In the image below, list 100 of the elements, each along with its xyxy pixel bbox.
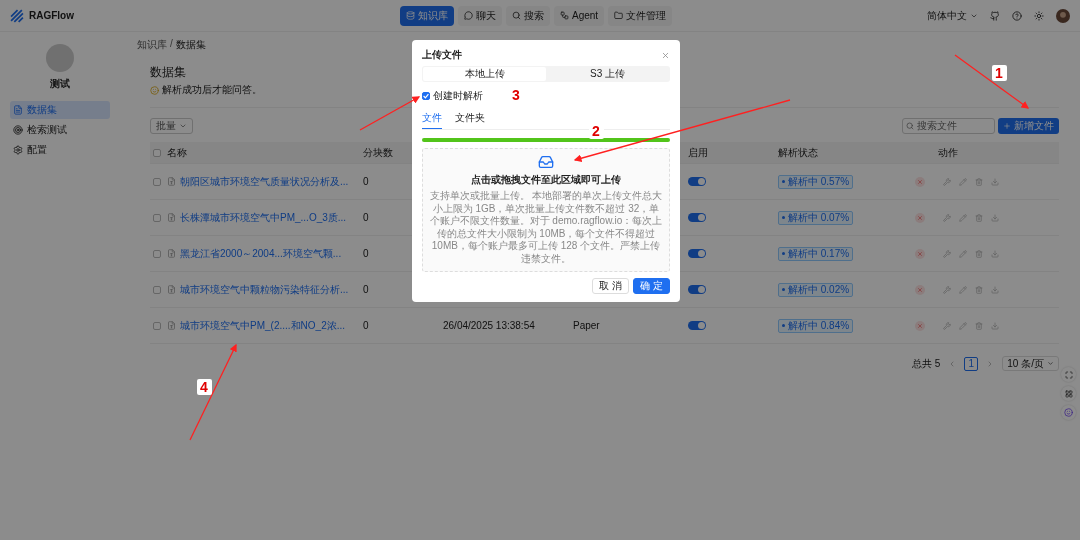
stop-button[interactable]: [915, 176, 925, 187]
flow-icon: [560, 11, 569, 20]
upload-tab[interactable]: 文件夹: [455, 111, 485, 129]
edit-icon[interactable]: [959, 321, 967, 330]
user-avatar[interactable]: [1056, 8, 1070, 23]
upload-mode-tab[interactable]: 本地上传: [423, 67, 546, 81]
checkbox[interactable]: [153, 285, 161, 294]
checkbox[interactable]: [153, 213, 161, 222]
download-icon[interactable]: [991, 213, 999, 222]
wrench-icon[interactable]: [943, 285, 951, 294]
file-icon: [167, 285, 176, 294]
close-icon[interactable]: [661, 50, 670, 60]
column-header: 启用: [688, 145, 708, 160]
enable-switch[interactable]: [688, 285, 706, 294]
help-icon[interactable]: [1012, 10, 1022, 21]
edit-icon[interactable]: [959, 177, 967, 186]
status-tag: 解析中 0.84%: [778, 318, 854, 333]
checkbox[interactable]: [153, 177, 161, 186]
table-cell: 0: [363, 248, 369, 259]
stop-button[interactable]: [915, 320, 925, 331]
close-icon: [917, 178, 923, 185]
dialog-title: 上传文件: [422, 48, 462, 62]
page-size-select[interactable]: 10 条/页: [1002, 356, 1059, 371]
download-icon[interactable]: [991, 249, 999, 258]
plus-icon: [1003, 122, 1011, 130]
stop-button[interactable]: [915, 248, 925, 259]
expand-button[interactable]: [1061, 367, 1076, 382]
app-name: RAGFlow: [29, 10, 74, 21]
enable-switch[interactable]: [688, 213, 706, 222]
delete-icon[interactable]: [975, 321, 983, 330]
checkbox[interactable]: [153, 148, 161, 157]
breadcrumb-item[interactable]: 知识库: [137, 38, 167, 52]
table-cell: 0: [363, 176, 369, 187]
breadcrumb-separator: /: [170, 38, 173, 51]
nav-tab[interactable]: 搜索: [506, 5, 550, 26]
delete-icon[interactable]: [975, 177, 983, 186]
table-cell: 0: [363, 284, 369, 295]
drop-zone-hint: 支持单次或批量上传。 本地部署的单次上传文件总大小上限为 1GB，单次批量上传文件数不超过 32，单个账户不限文件数量。对于 demo.ragflow.io：每次上传的总文件大小限制为 10MB，每个文件不得超过 10MB，每个账户最多可上传 128 个文件。严禁上传违禁文件。: [429, 190, 663, 265]
file-link[interactable]: 城市环境空气中PM_(2....和NO_2浓...: [180, 318, 346, 333]
upload-tab[interactable]: 文件: [422, 111, 442, 129]
enable-switch[interactable]: [688, 321, 706, 330]
stop-button[interactable]: [915, 284, 925, 295]
file-link[interactable]: 城市环境空气中颗粒物污染特征分析...: [180, 282, 349, 297]
grid-button[interactable]: [1061, 386, 1076, 401]
nav-tab[interactable]: 聊天: [458, 5, 502, 26]
download-icon[interactable]: [991, 177, 999, 186]
sun-icon[interactable]: [1034, 10, 1044, 21]
delete-icon[interactable]: [975, 213, 983, 222]
nav-tab[interactable]: 文件管理: [608, 5, 673, 26]
total-count: 总共 5: [911, 356, 941, 371]
file-link[interactable]: 长株潭城市环境空气中PM_...O_3质...: [180, 210, 347, 225]
wrench-icon[interactable]: [943, 321, 951, 330]
assistant-button[interactable]: [1061, 405, 1076, 420]
column-header: 动作: [938, 145, 958, 160]
enable-switch[interactable]: [688, 177, 706, 186]
smile-icon: [1064, 408, 1073, 417]
inbox-icon: [538, 154, 554, 170]
checkbox[interactable]: [422, 92, 430, 100]
chevron-down-icon: [179, 122, 187, 130]
annotation-arrow: [359, 96, 421, 131]
edit-icon[interactable]: [959, 249, 967, 258]
github-icon[interactable]: [990, 10, 1000, 21]
download-icon[interactable]: [991, 321, 999, 330]
batch-button[interactable]: 批量: [150, 118, 193, 134]
expand-icon: [1064, 370, 1073, 379]
file-link[interactable]: 黑龙江省2000～2004...环境空气颗...: [180, 246, 342, 261]
checkbox[interactable]: [153, 249, 161, 258]
stop-button[interactable]: [915, 212, 925, 223]
edit-icon[interactable]: [959, 213, 967, 222]
drop-zone[interactable]: 点击或拖拽文件至此区域即可上传 支持单次或批量上传。 本地部署的单次上传文件总大小上限为 1GB，单次批量上传文件数不超过 32，单个账户不限文件数量。对于 demo.ragflow.io：每次上传的总文件大小限制为 10MB，每个文件不得超过 10MB，每个账户最多可上传 128 个文件。严禁上传违禁文件。: [422, 148, 670, 272]
column-header: 解析状态: [778, 145, 818, 160]
nav-tab[interactable]: Agent: [554, 5, 605, 26]
upload-mode-tab[interactable]: S3 上传: [546, 67, 669, 81]
wrench-icon[interactable]: [943, 213, 951, 222]
enable-switch[interactable]: [688, 249, 706, 258]
delete-icon[interactable]: [975, 285, 983, 294]
delete-icon[interactable]: [975, 249, 983, 258]
sidebar-item[interactable]: 数据集: [10, 101, 110, 119]
checkbox[interactable]: [153, 321, 161, 330]
knowledge-base-avatar: [46, 44, 74, 72]
breadcrumb-item[interactable]: 数据集: [175, 38, 206, 52]
edit-icon[interactable]: [959, 285, 967, 294]
sidebar-item[interactable]: 配置: [10, 141, 110, 159]
sidebar-item[interactable]: 检索测试: [10, 121, 110, 139]
file-link[interactable]: 朝阳区城市环境空气质量状况分析及...: [180, 174, 349, 189]
file-icon: [167, 213, 176, 222]
wrench-icon[interactable]: [943, 177, 951, 186]
confirm-button[interactable]: 确 定: [633, 278, 670, 294]
file-icon: [167, 177, 176, 186]
language-select[interactable]: 简体中文: [927, 8, 978, 23]
column-header: 名称: [167, 145, 187, 160]
add-file-button[interactable]: 新增文件: [998, 118, 1059, 134]
page-button[interactable]: 1: [964, 356, 979, 371]
search-field[interactable]: 搜索文件: [902, 118, 995, 134]
cancel-button[interactable]: 取 消: [592, 278, 630, 294]
folder-icon: [614, 11, 624, 20]
nav-tab[interactable]: 知识库: [400, 5, 454, 26]
annotation-number: 2: [589, 123, 604, 139]
wrench-icon[interactable]: [943, 249, 951, 258]
download-icon[interactable]: [991, 285, 999, 294]
